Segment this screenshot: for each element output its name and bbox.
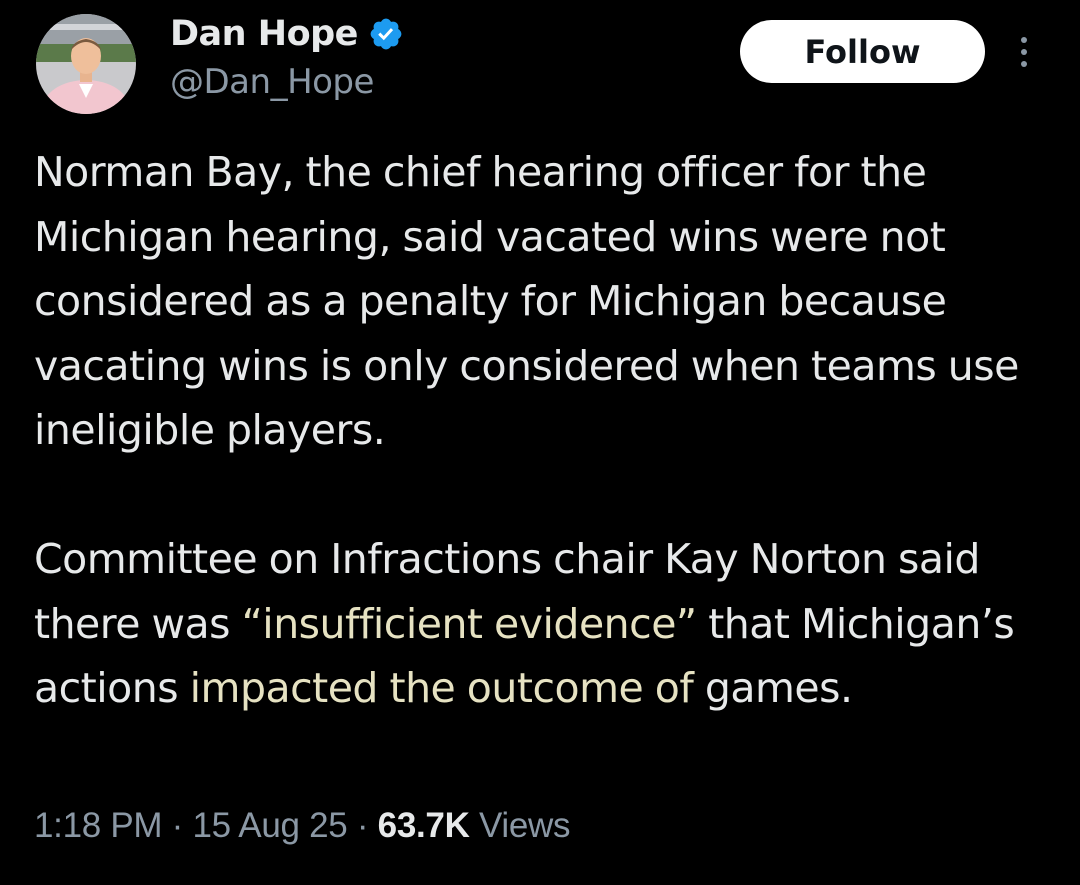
avatar[interactable] <box>36 14 136 114</box>
author-name-row: Dan Hope <box>170 10 404 58</box>
meta-separator: · <box>347 806 378 845</box>
meta-separator: · <box>162 806 193 845</box>
author-handle[interactable]: @Dan_Hope <box>170 62 374 102</box>
highlighted-quote: “insufficient evidence” <box>241 599 698 648</box>
views-label: Views <box>469 806 571 845</box>
tweet-paragraph-1: Norman Bay, the chief hearing officer fo… <box>34 148 1019 454</box>
tweet-time[interactable]: 1:18 PM <box>34 806 163 845</box>
vertical-ellipsis-icon <box>1021 37 1027 67</box>
more-options-button[interactable] <box>1012 34 1036 70</box>
tweet-metadata: 1:18 PM · 15 Aug 25 · 63.7K Views <box>34 806 571 846</box>
views-count[interactable]: 63.7K <box>378 806 470 845</box>
tweet-paragraph-2: Committee on Infractions chair Kay Norto… <box>34 527 1064 721</box>
tweet-text: Norman Bay, the chief hearing officer fo… <box>34 140 1064 721</box>
author-display-name[interactable]: Dan Hope <box>170 14 358 54</box>
verified-badge-icon[interactable] <box>368 16 404 52</box>
tweet-date[interactable]: 15 Aug 25 <box>192 806 347 845</box>
highlighted-phrase: impacted the outcome of <box>189 664 694 712</box>
tweet-text-segment: games. <box>693 664 853 712</box>
follow-button[interactable]: Follow <box>740 20 985 83</box>
